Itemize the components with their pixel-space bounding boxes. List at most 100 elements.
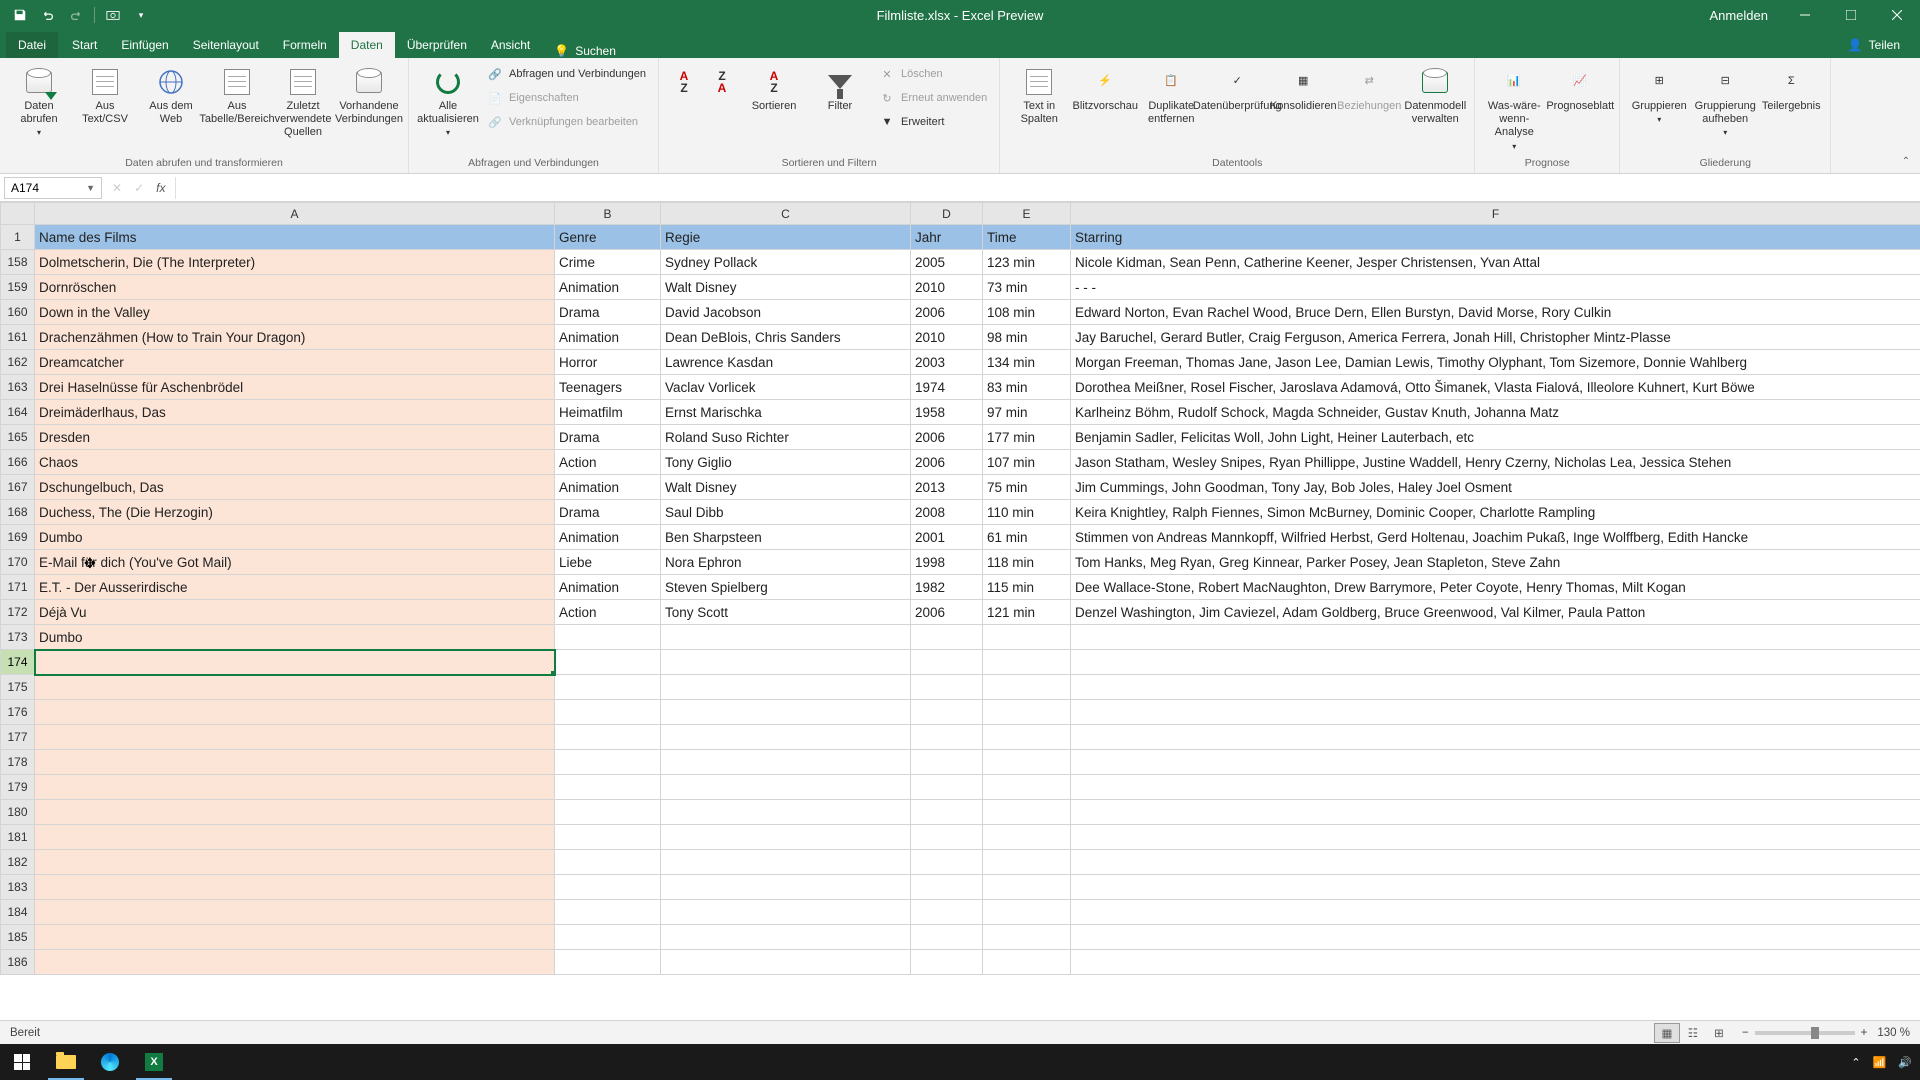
cell[interactable]: Lawrence Kasdan bbox=[661, 350, 911, 375]
cell[interactable] bbox=[35, 925, 555, 950]
cell[interactable] bbox=[911, 675, 983, 700]
cell[interactable]: Chaos bbox=[35, 450, 555, 475]
cell[interactable] bbox=[911, 750, 983, 775]
row-header[interactable]: 158 bbox=[1, 250, 35, 275]
cell[interactable]: 2006 bbox=[911, 300, 983, 325]
queries-connections-button[interactable]: 🔗Abfragen und Verbindungen bbox=[483, 64, 650, 84]
cell[interactable] bbox=[983, 900, 1071, 925]
cell[interactable]: E.T. - Der Ausserirdische bbox=[35, 575, 555, 600]
cell[interactable] bbox=[911, 650, 983, 675]
recent-sources-button[interactable]: Zuletzt verwendete Quellen bbox=[272, 64, 334, 142]
cell[interactable] bbox=[35, 700, 555, 725]
page-layout-view-button[interactable]: ☷ bbox=[1680, 1023, 1706, 1043]
cell[interactable] bbox=[661, 900, 911, 925]
cell[interactable] bbox=[983, 750, 1071, 775]
cell[interactable]: 2003 bbox=[911, 350, 983, 375]
zoom-slider[interactable] bbox=[1755, 1031, 1855, 1035]
name-box[interactable]: A174▼ bbox=[4, 177, 102, 199]
cell[interactable] bbox=[35, 950, 555, 975]
cell[interactable]: Keira Knightley, Ralph Fiennes, Simon Mc… bbox=[1071, 500, 1920, 525]
row-header[interactable]: 170 bbox=[1, 550, 35, 575]
cell[interactable]: Jim Cummings, John Goodman, Tony Jay, Bo… bbox=[1071, 475, 1920, 500]
cell[interactable] bbox=[35, 750, 555, 775]
cell[interactable] bbox=[555, 775, 661, 800]
cell[interactable]: Animation bbox=[555, 575, 661, 600]
cell[interactable] bbox=[661, 700, 911, 725]
cell[interactable] bbox=[661, 675, 911, 700]
cell[interactable]: 118 min bbox=[983, 550, 1071, 575]
tab-file[interactable]: Datei bbox=[6, 32, 58, 58]
cell[interactable] bbox=[911, 950, 983, 975]
tab-start[interactable]: Start bbox=[60, 32, 109, 58]
cell[interactable] bbox=[911, 725, 983, 750]
cell[interactable] bbox=[661, 925, 911, 950]
cell[interactable]: 75 min bbox=[983, 475, 1071, 500]
minimize-button[interactable] bbox=[1782, 0, 1828, 30]
cell[interactable]: 115 min bbox=[983, 575, 1071, 600]
cell[interactable]: 97 min bbox=[983, 400, 1071, 425]
row-header[interactable]: 167 bbox=[1, 475, 35, 500]
cell[interactable]: Drei Haselnüsse für Aschenbrödel bbox=[35, 375, 555, 400]
zoom-level[interactable]: 130 % bbox=[1877, 1027, 1910, 1039]
sort-asc-button[interactable]: AZ bbox=[667, 64, 701, 100]
cell[interactable]: 134 min bbox=[983, 350, 1071, 375]
row-header[interactable]: 178 bbox=[1, 750, 35, 775]
cell[interactable] bbox=[1071, 875, 1920, 900]
row-header[interactable]: 174 bbox=[1, 650, 35, 675]
row-header[interactable]: 164 bbox=[1, 400, 35, 425]
col-header-E[interactable]: E bbox=[983, 203, 1071, 225]
cell[interactable]: Regie bbox=[661, 225, 911, 250]
consolidate-button[interactable]: ▦Konsolidieren bbox=[1272, 64, 1334, 115]
cell[interactable]: Starring bbox=[1071, 225, 1920, 250]
cell[interactable]: Dorothea Meißner, Rosel Fischer, Jarosla… bbox=[1071, 375, 1920, 400]
cell[interactable]: 2005 bbox=[911, 250, 983, 275]
cell[interactable] bbox=[1071, 675, 1920, 700]
cell[interactable] bbox=[911, 825, 983, 850]
cell[interactable]: Walt Disney bbox=[661, 475, 911, 500]
cell[interactable]: Benjamin Sadler, Felicitas Woll, John Li… bbox=[1071, 425, 1920, 450]
cell[interactable]: Dresden bbox=[35, 425, 555, 450]
cell[interactable] bbox=[1071, 825, 1920, 850]
cell[interactable] bbox=[1071, 725, 1920, 750]
cell[interactable]: Jason Statham, Wesley Snipes, Ryan Phill… bbox=[1071, 450, 1920, 475]
cell[interactable] bbox=[1071, 775, 1920, 800]
cell[interactable]: 2008 bbox=[911, 500, 983, 525]
cell[interactable]: Dschungelbuch, Das bbox=[35, 475, 555, 500]
cell[interactable]: Horror bbox=[555, 350, 661, 375]
row-header[interactable]: 181 bbox=[1, 825, 35, 850]
cell[interactable]: Roland Suso Richter bbox=[661, 425, 911, 450]
cell[interactable]: Dreimäderlhaus, Das bbox=[35, 400, 555, 425]
cell[interactable] bbox=[911, 700, 983, 725]
existing-connections-button[interactable]: Vorhandene Verbindungen bbox=[338, 64, 400, 128]
text-to-columns-button[interactable]: Text in Spalten bbox=[1008, 64, 1070, 128]
accept-formula-icon[interactable]: ✓ bbox=[134, 181, 144, 195]
cell[interactable]: 2010 bbox=[911, 275, 983, 300]
cell[interactable] bbox=[983, 950, 1071, 975]
tray-network-icon[interactable]: 📶 bbox=[1873, 1056, 1887, 1069]
col-header-D[interactable]: D bbox=[911, 203, 983, 225]
cell[interactable]: Teenagers bbox=[555, 375, 661, 400]
cell[interactable] bbox=[911, 625, 983, 650]
cell[interactable] bbox=[35, 900, 555, 925]
cell[interactable]: Steven Spielberg bbox=[661, 575, 911, 600]
cell[interactable]: Animation bbox=[555, 275, 661, 300]
cell[interactable] bbox=[35, 800, 555, 825]
row-header[interactable]: 179 bbox=[1, 775, 35, 800]
cell[interactable]: 2013 bbox=[911, 475, 983, 500]
cell[interactable]: Denzel Washington, Jim Caviezel, Adam Go… bbox=[1071, 600, 1920, 625]
tab-review[interactable]: Überprüfen bbox=[395, 32, 479, 58]
cell[interactable] bbox=[555, 825, 661, 850]
normal-view-button[interactable]: ▦ bbox=[1654, 1023, 1680, 1043]
row-header[interactable]: 177 bbox=[1, 725, 35, 750]
col-header-B[interactable]: B bbox=[555, 203, 661, 225]
row-header[interactable]: 185 bbox=[1, 925, 35, 950]
col-header-A[interactable]: A bbox=[35, 203, 555, 225]
cell[interactable] bbox=[35, 725, 555, 750]
cell[interactable] bbox=[1071, 900, 1920, 925]
cell[interactable] bbox=[983, 850, 1071, 875]
cell[interactable] bbox=[1071, 850, 1920, 875]
forecast-sheet-button[interactable]: 📈Prognoseblatt bbox=[1549, 64, 1611, 115]
cell[interactable] bbox=[555, 850, 661, 875]
share-button[interactable]: 👤Teilen bbox=[1838, 32, 1910, 58]
cell[interactable] bbox=[35, 850, 555, 875]
